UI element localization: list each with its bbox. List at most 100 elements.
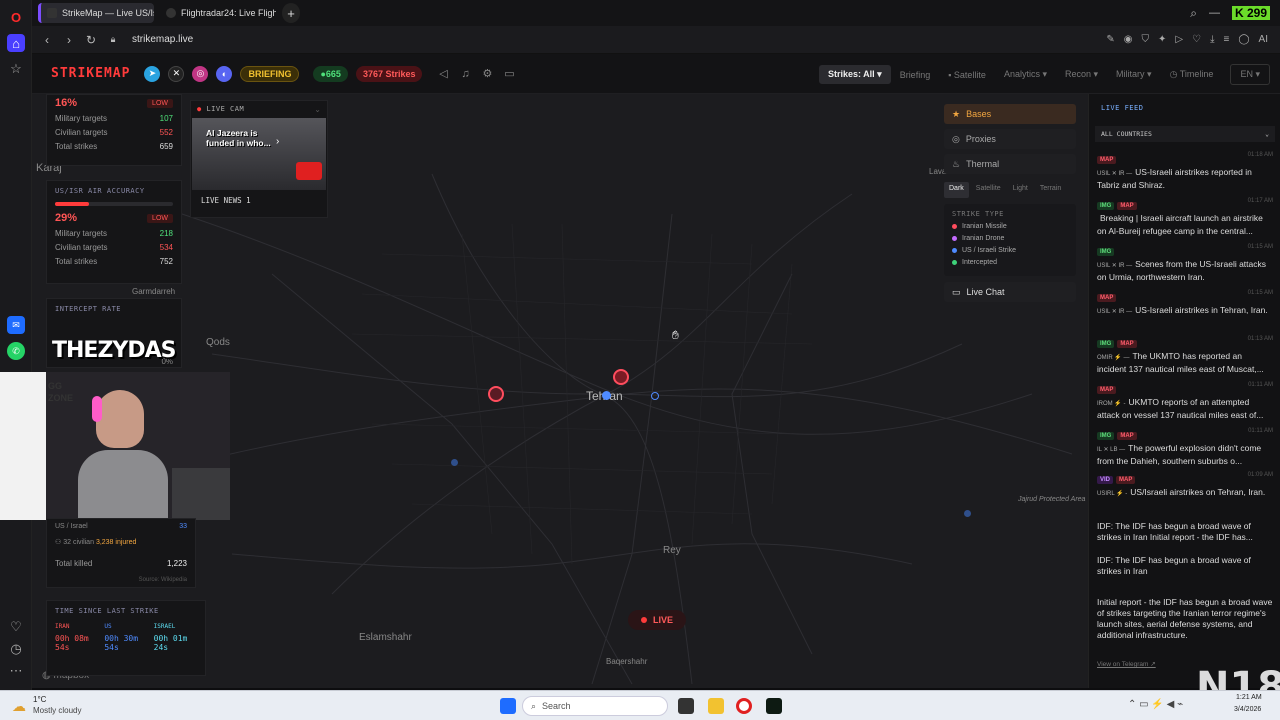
more-icon[interactable]: ⋯ bbox=[7, 662, 25, 680]
feed-tag-img: IMG bbox=[1097, 202, 1115, 210]
feed-item[interactable]: MAP 01:11 AM IROM ⚡ - UKMTO reports of an a… bbox=[1097, 382, 1273, 421]
share-icon[interactable]: ✎ bbox=[1106, 34, 1114, 45]
time-value: 00h 08m 54s bbox=[55, 634, 89, 652]
mute-icon[interactable]: ◁ bbox=[436, 67, 450, 80]
new-tab-button[interactable]: + bbox=[282, 3, 300, 23]
history-icon[interactable]: ◷ bbox=[7, 640, 25, 658]
military-targets-row: Military targets 218 bbox=[55, 229, 173, 238]
file-explorer-icon[interactable] bbox=[708, 698, 724, 714]
instagram-icon[interactable]: ◎ bbox=[192, 65, 209, 82]
layer-proxies-button[interactable]: ◎ Proxies bbox=[944, 129, 1076, 149]
opera-icon[interactable] bbox=[736, 698, 752, 714]
nav-strikes[interactable]: Strikes: All ▾ bbox=[818, 65, 891, 84]
youtube-play-icon[interactable] bbox=[296, 162, 322, 180]
nav-timeline[interactable]: ◷ Timeline bbox=[1161, 65, 1223, 84]
language-value: EN bbox=[1240, 69, 1253, 79]
bell-icon[interactable]: ♫ bbox=[458, 68, 472, 80]
telegram-link[interactable]: View on Telegram ↗ bbox=[1097, 660, 1156, 668]
heart-icon[interactable]: ♡ bbox=[1192, 34, 1201, 45]
heart-icon[interactable]: ♡ bbox=[7, 618, 25, 636]
live-cam-title: ● LIVE CAM bbox=[197, 105, 244, 114]
opera-logo-icon[interactable]: O bbox=[7, 8, 25, 26]
strike-marker-us-israeli[interactable] bbox=[602, 391, 611, 400]
country-filter-select[interactable]: ALL COUNTRIES ⌄ bbox=[1095, 126, 1275, 142]
next-icon[interactable]: › bbox=[276, 136, 279, 147]
feed-long-item[interactable]: IDF: The IDF has begun a broad wave of s… bbox=[1097, 521, 1273, 543]
weather-icon[interactable]: ☁ bbox=[12, 698, 26, 715]
chevron-down-icon: ⌄ bbox=[1265, 130, 1269, 138]
reload-icon[interactable]: ↻ bbox=[80, 33, 102, 47]
whatsapp-icon[interactable]: ✆ bbox=[7, 342, 25, 360]
messenger-icon[interactable]: ✉ bbox=[7, 316, 25, 334]
style-satellite[interactable]: Satellite bbox=[971, 182, 1006, 198]
live-cam-video[interactable]: Al Jazeera is funded in who... › bbox=[192, 118, 326, 190]
app-logo[interactable]: STRIKEMAP bbox=[51, 66, 130, 81]
camera-icon[interactable]: ◉ bbox=[1124, 34, 1133, 45]
telegram-icon[interactable]: ➤ bbox=[144, 65, 161, 82]
nav-military[interactable]: Military ▾ bbox=[1107, 65, 1161, 84]
nav-recon[interactable]: Recon ▾ bbox=[1056, 65, 1107, 84]
search-icon[interactable]: ⌕ bbox=[1190, 6, 1197, 21]
collapse-icon[interactable]: ⌄ bbox=[314, 105, 321, 114]
home-icon[interactable]: ⌂ bbox=[7, 34, 25, 52]
forward-icon[interactable]: › bbox=[58, 33, 80, 47]
windows-start-icon[interactable] bbox=[500, 698, 516, 714]
discord-icon[interactable]: ◐ bbox=[216, 65, 233, 82]
row-value: 107 bbox=[159, 114, 173, 123]
nav-satellite[interactable]: ▪ Satellite bbox=[939, 66, 995, 84]
ai-icon[interactable]: AI bbox=[1259, 34, 1268, 45]
chat-icon[interactable]: ▭ bbox=[502, 67, 516, 80]
strike-marker-us-israeli[interactable] bbox=[651, 392, 659, 400]
feed-item[interactable]: IMG 01:15 AM USIL ✕ IR — Scenes from the US… bbox=[1097, 244, 1273, 283]
strike-marker-us-israeli[interactable] bbox=[451, 459, 458, 466]
style-terrain[interactable]: Terrain bbox=[1035, 182, 1066, 198]
nav-briefing[interactable]: Briefing bbox=[891, 66, 940, 84]
live-chat-button[interactable]: ▭ Live Chat bbox=[944, 282, 1076, 302]
feed-item[interactable]: IMG MAP 01:11 AM IL ✕ LB — The powerful expl… bbox=[1097, 428, 1273, 467]
taskbar-search[interactable]: ⌕ Search bbox=[522, 696, 668, 716]
style-light[interactable]: Light bbox=[1008, 182, 1033, 198]
menu-icon[interactable]: ≡ bbox=[1224, 34, 1230, 45]
player-icon[interactable]: ▷ bbox=[1175, 34, 1183, 45]
live-indicator[interactable]: LIVE bbox=[628, 610, 686, 630]
url-field[interactable]: strikemap.live bbox=[132, 34, 193, 45]
layer-label: Proxies bbox=[965, 134, 996, 144]
settings-icon[interactable]: ⚙ bbox=[480, 67, 494, 80]
feed-item[interactable]: IMG MAP 01:13 AM OMIR ⚡ — The UKMTO has repo… bbox=[1097, 336, 1273, 375]
strike-marker-iranian-missile[interactable] bbox=[488, 386, 504, 402]
feed-text: USIL ✕ IR — US-Israeli airstrikes reporte… bbox=[1097, 167, 1273, 191]
row-label: Military targets bbox=[55, 229, 108, 238]
task-view-icon[interactable] bbox=[678, 698, 694, 714]
tray-icons[interactable]: ⌃ ▭ ⚡ ◀ ⌁ bbox=[1128, 699, 1183, 710]
layer-bases-button[interactable]: ★ Bases bbox=[944, 104, 1076, 124]
layer-thermal-button[interactable]: ♨ Thermal bbox=[944, 154, 1076, 174]
strike-marker-us-israeli[interactable] bbox=[964, 510, 971, 517]
feed-item[interactable]: IMG MAP 01:17 AM Breaking | Israeli aircraf… bbox=[1097, 198, 1273, 237]
map-label-eslamshahr: Eslamshahr bbox=[359, 632, 412, 643]
tab-flightradar[interactable]: Flightradar24: Live Flight bbox=[160, 3, 276, 23]
nav-analytics[interactable]: Analytics ▾ bbox=[995, 65, 1056, 84]
language-select[interactable]: EN ▾ bbox=[1230, 64, 1270, 85]
x-icon[interactable]: ✕ bbox=[168, 65, 185, 82]
minimize-icon[interactable]: — bbox=[1209, 7, 1220, 19]
feed-item[interactable]: MAP 01:18 AM USIL ✕ IR — US-Israeli airstri… bbox=[1097, 152, 1273, 191]
style-dark[interactable]: Dark bbox=[944, 182, 969, 198]
feed-item[interactable]: MAP 01:15 AM USIL ✕ IR — US-Israeli airstri… bbox=[1097, 290, 1273, 318]
extension-icon[interactable]: ✦ bbox=[1158, 34, 1166, 45]
tab-strikemap[interactable]: StrikeMap — Live US/Israel bbox=[38, 3, 154, 23]
download-icon[interactable]: ⤓ bbox=[1210, 34, 1214, 45]
star-icon[interactable]: ☆ bbox=[7, 60, 25, 78]
streaming-app-icon[interactable] bbox=[766, 698, 782, 714]
back-icon[interactable]: ‹ bbox=[36, 33, 58, 47]
feed-long-item[interactable]: IDF: The IDF has begun a broad wave of s… bbox=[1097, 555, 1273, 577]
feed-item[interactable]: VID MAP 01:09 AM USIRL ⚡ - US/Israeli airstr… bbox=[1097, 472, 1273, 500]
legend-item: US / Israeli Strike bbox=[952, 247, 1068, 254]
briefing-button[interactable]: BRIEFING bbox=[240, 65, 300, 82]
strike-marker-iranian-missile[interactable] bbox=[613, 369, 629, 385]
shield-icon[interactable]: ⛉ bbox=[1142, 34, 1150, 45]
feed-long-item[interactable]: Initial report - the IDF has begun a bro… bbox=[1097, 597, 1273, 641]
feed-time: 01:13 AM bbox=[1247, 336, 1273, 342]
stream-counter: K 299 bbox=[1231, 6, 1270, 20]
legend-item: Iranian Drone bbox=[952, 235, 1068, 242]
profile-icon[interactable]: ◯ bbox=[1238, 34, 1249, 45]
